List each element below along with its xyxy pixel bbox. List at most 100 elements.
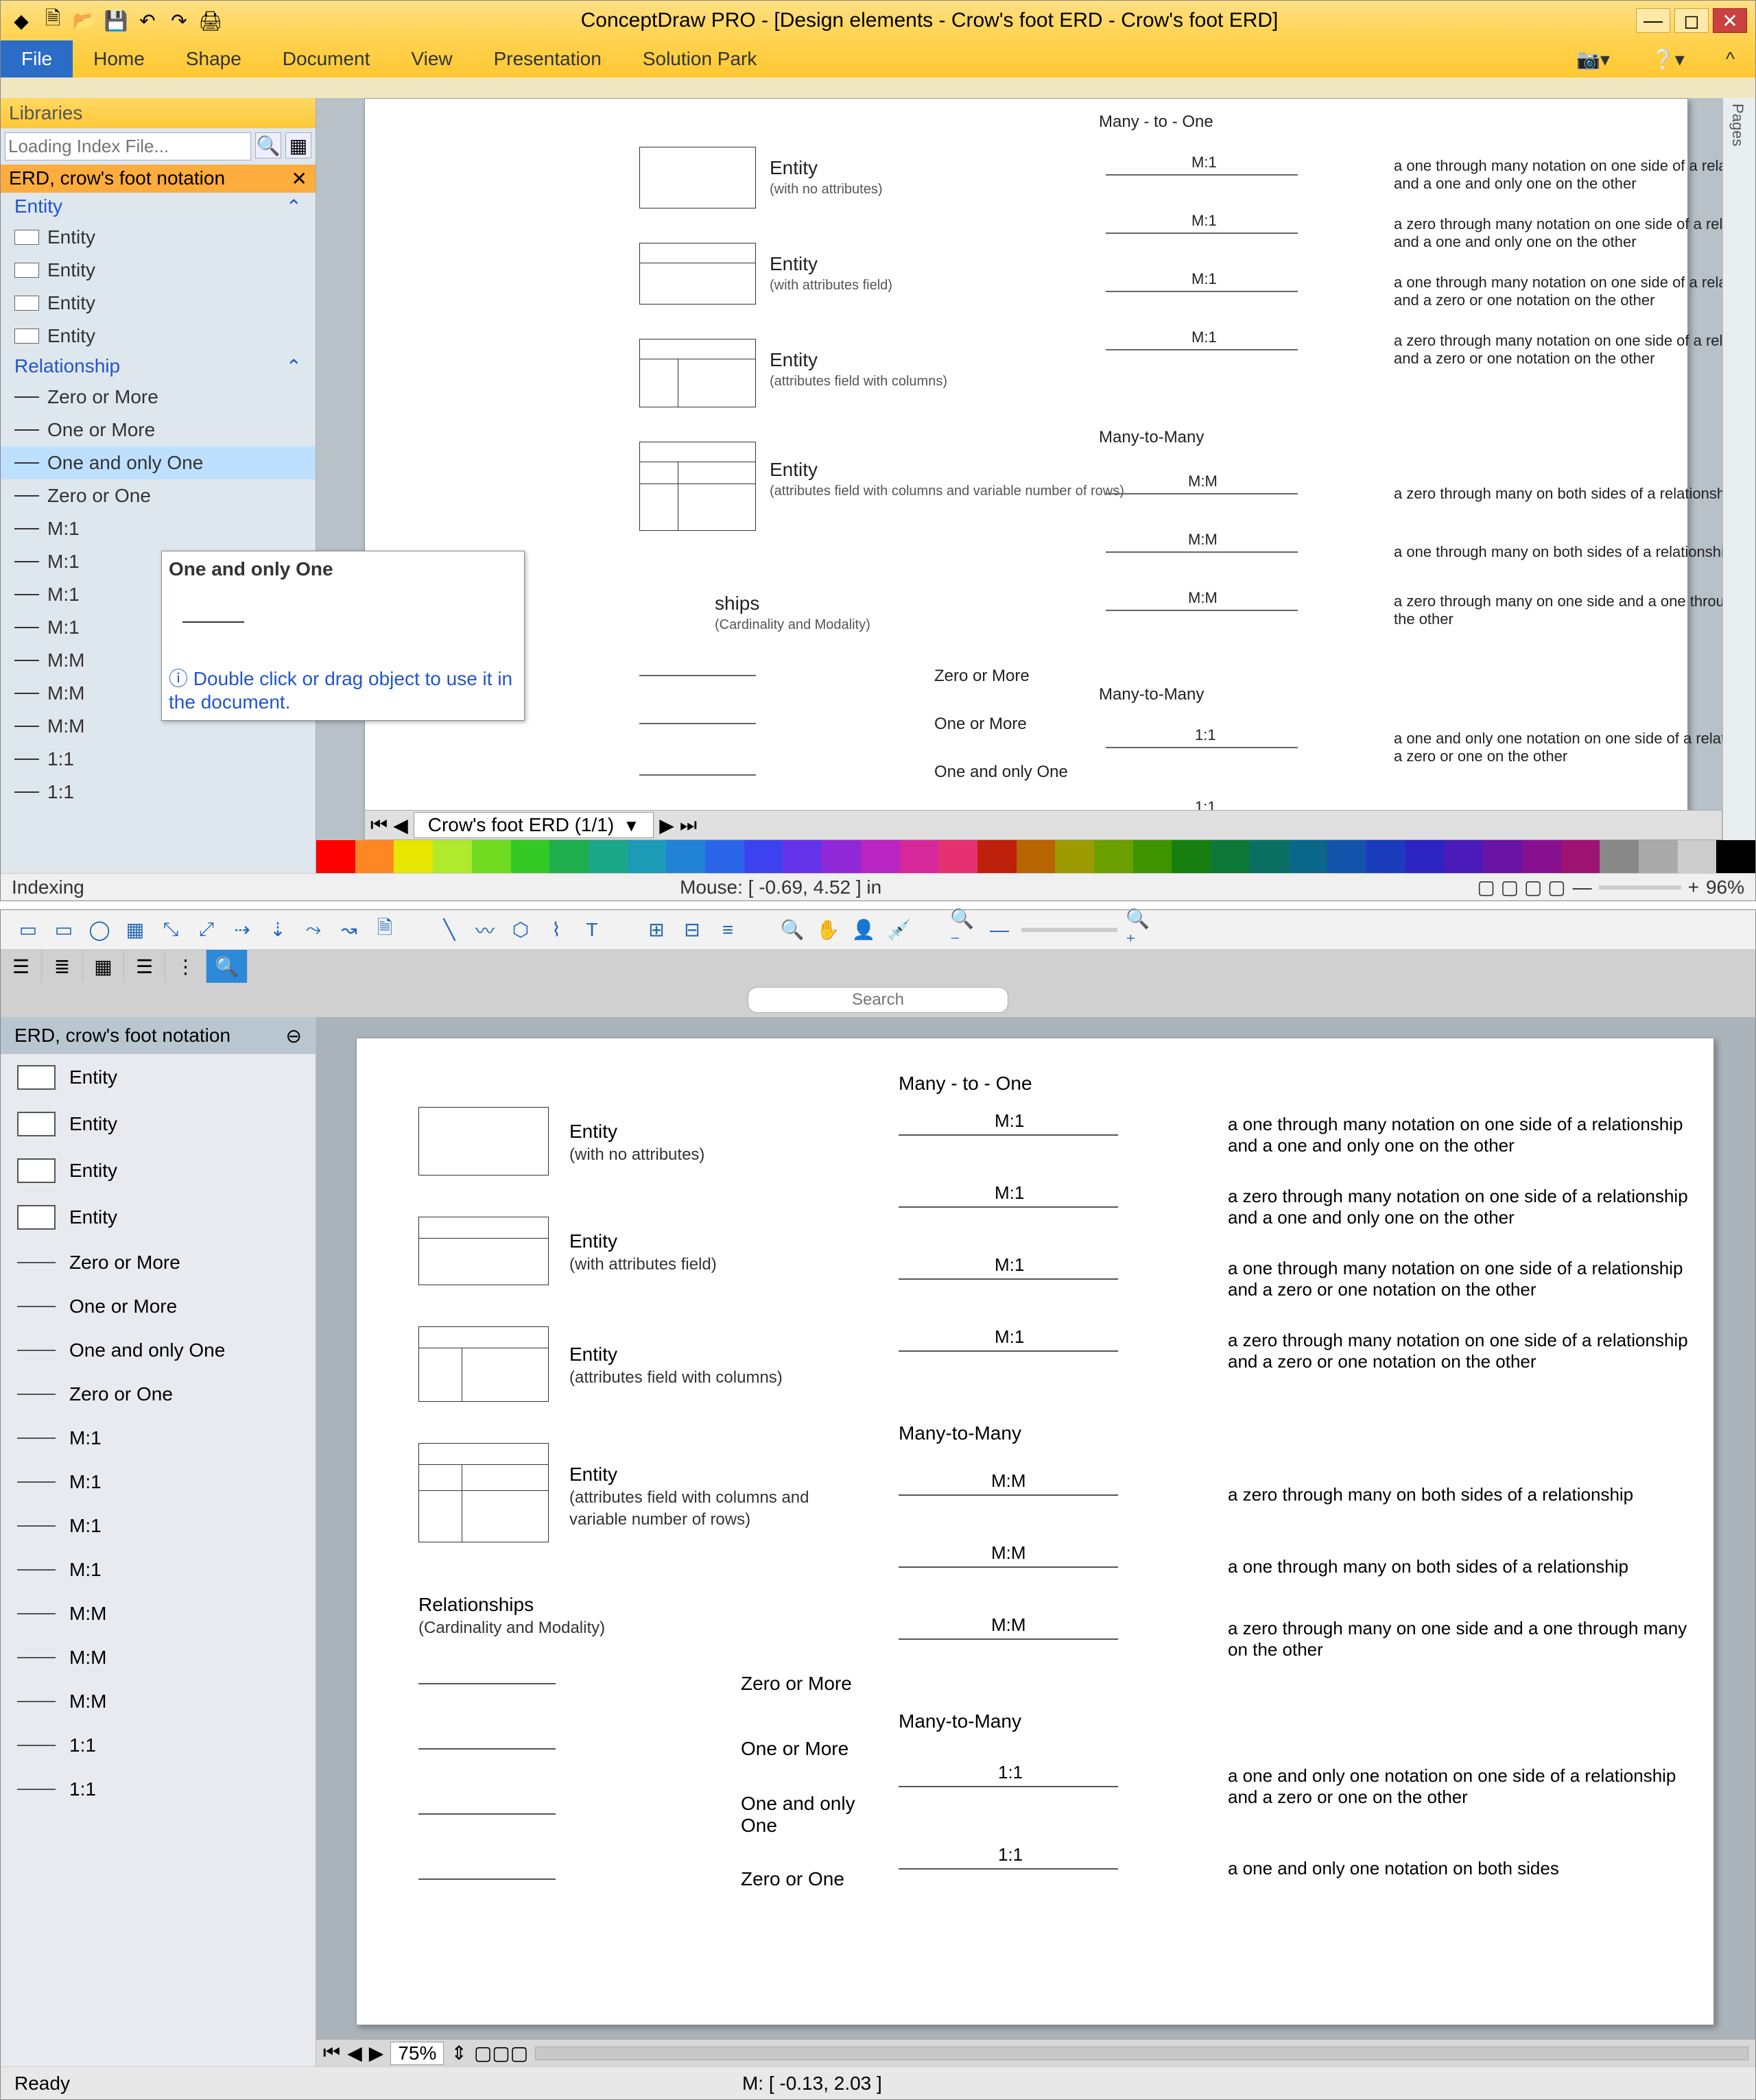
nav-next-icon[interactable]: ▶: [369, 2042, 384, 2064]
palette-swatch[interactable]: [1133, 840, 1172, 873]
palette-swatch[interactable]: [511, 840, 550, 873]
drawing-canvas[interactable]: Many - to - One Entity(with no attribute…: [316, 98, 1755, 873]
library-section-entity[interactable]: Entity⌃: [1, 193, 316, 221]
qat-new-icon[interactable]: 🗎: [40, 8, 65, 33]
user-tool-icon[interactable]: 👤: [850, 916, 877, 944]
shape-entity-2[interactable]: Entity: [1, 254, 316, 287]
shape-entity-1[interactable]: Entity: [1, 1054, 316, 1101]
oo-line-1[interactable]: [899, 1786, 1118, 1787]
palette-swatch[interactable]: [977, 840, 1017, 873]
palette-swatch[interactable]: [783, 840, 822, 873]
entity-box-1[interactable]: [418, 1107, 549, 1176]
palette-swatch[interactable]: [1250, 840, 1289, 873]
mm-line-2[interactable]: [1106, 551, 1298, 553]
shape-mm-c[interactable]: M:M: [1, 1680, 316, 1723]
shape-zero-or-one[interactable]: Zero or One: [1, 1372, 316, 1416]
palette-swatch[interactable]: [1366, 840, 1405, 873]
palette-swatch[interactable]: [744, 840, 783, 873]
palette-swatch[interactable]: [433, 840, 472, 873]
palette-swatch[interactable]: [355, 840, 394, 873]
mm-line-3[interactable]: [1106, 610, 1298, 611]
shape-one-or-more[interactable]: One or More: [1, 1285, 316, 1328]
palette-swatch[interactable]: [1444, 840, 1483, 873]
drawing-canvas[interactable]: Many - to - One Entity(with no attribute…: [316, 1017, 1755, 2066]
shape-zero-or-one[interactable]: Zero or One: [1, 479, 316, 512]
document-page[interactable]: Many - to - One Entity(with no attribute…: [356, 1038, 1714, 2025]
tab-home[interactable]: Home: [73, 40, 165, 77]
shape-zero-or-more[interactable]: Zero or More: [1, 381, 316, 414]
tab-libraries-icon[interactable]: ☰: [1, 950, 42, 983]
rel-one-only-line[interactable]: [418, 1813, 556, 1815]
oo-line-2[interactable]: [899, 1868, 1118, 1870]
m1-line-3[interactable]: [1106, 291, 1298, 292]
zoom-slider[interactable]: [1021, 928, 1117, 932]
mm-line-2[interactable]: [899, 1566, 1118, 1568]
tab-solution-park[interactable]: Solution Park: [622, 40, 778, 77]
library-view-icon[interactable]: ▦: [285, 132, 311, 158]
shape-m1-c[interactable]: M:1: [1, 1504, 316, 1548]
library-category[interactable]: ERD, crow's foot notation✕: [1, 165, 316, 193]
palette-swatch[interactable]: [472, 840, 511, 873]
library-search-input[interactable]: [748, 987, 1008, 1013]
align-tool-icon[interactable]: ≡: [714, 916, 741, 944]
zoom-out-icon[interactable]: 🔍⁻: [950, 916, 977, 944]
tab-view[interactable]: View: [390, 40, 473, 77]
doc-tool-icon[interactable]: 🗎: [371, 916, 399, 944]
palette-swatch[interactable]: [1055, 840, 1094, 873]
entity-box-4[interactable]: [639, 442, 756, 531]
ribbon-help2-icon[interactable]: ❔▾: [1630, 40, 1705, 77]
zoom-in-icon-2[interactable]: 🔍⁺: [1126, 916, 1153, 944]
rel-one-only-line[interactable]: [639, 774, 756, 776]
palette-swatch[interactable]: [1289, 840, 1328, 873]
table-tool-icon[interactable]: ▦: [121, 916, 149, 944]
palette-swatch[interactable]: [1327, 840, 1366, 873]
nav-last-icon[interactable]: ⏭: [680, 814, 697, 837]
entity-box-2[interactable]: [639, 243, 756, 305]
pan-tool-icon[interactable]: ✋: [814, 916, 842, 944]
ellipse-tool-icon[interactable]: ◯: [86, 916, 113, 944]
nav-prev-icon[interactable]: ◀: [347, 2042, 362, 2064]
palette-swatch[interactable]: [589, 840, 628, 873]
library-search-input[interactable]: [5, 132, 251, 160]
qat-redo-icon[interactable]: ↷: [167, 8, 191, 33]
pages-tab[interactable]: Pages: [1723, 98, 1752, 152]
qat-undo-icon[interactable]: ↶: [135, 8, 160, 33]
shape-entity-4[interactable]: Entity: [1, 1194, 316, 1241]
m1-line-2[interactable]: [1106, 232, 1298, 234]
text-tool-icon[interactable]: T: [578, 916, 606, 944]
tab-menu-icon[interactable]: ☰: [124, 950, 165, 983]
palette-swatch[interactable]: [394, 840, 433, 873]
shape-one-and-only-one[interactable]: One and only One: [1, 1328, 316, 1372]
mm-line-3[interactable]: [899, 1638, 1118, 1640]
view-mode-icons[interactable]: ▢▢▢: [474, 2042, 528, 2064]
palette-swatch[interactable]: [1172, 840, 1211, 873]
qat-save-icon[interactable]: 💾: [104, 8, 128, 33]
ribbon-help-icon[interactable]: 📷▾: [1556, 40, 1630, 77]
palette-swatch[interactable]: [1522, 840, 1561, 873]
nav-next-icon[interactable]: ▶: [659, 814, 674, 837]
shape-11-b[interactable]: 1:1: [1, 776, 316, 809]
poly-tool-icon[interactable]: ⬡: [507, 916, 534, 944]
shape-m1-a[interactable]: M:1: [1, 1416, 316, 1460]
shape-entity-1[interactable]: Entity: [1, 221, 316, 254]
oo-line-1[interactable]: [1106, 747, 1298, 748]
nav-first-icon[interactable]: ⏮: [370, 814, 388, 837]
palette-swatch[interactable]: [549, 840, 589, 873]
palette-swatch[interactable]: [705, 840, 744, 873]
shape-m1-d[interactable]: M:1: [1, 1548, 316, 1592]
tab-more-icon[interactable]: ⋮: [165, 950, 206, 983]
mm-line-1[interactable]: [1106, 493, 1298, 494]
m1-line-1[interactable]: [899, 1134, 1118, 1136]
palette-swatch[interactable]: [822, 840, 861, 873]
tab-grid-icon[interactable]: ▦: [83, 950, 124, 983]
shape-m1-a[interactable]: M:1: [1, 512, 316, 545]
m1-line-4[interactable]: [1106, 349, 1298, 350]
search-icon[interactable]: 🔍: [255, 132, 281, 158]
nav-prev-icon[interactable]: ◀: [393, 814, 408, 837]
shape-entity-2[interactable]: Entity: [1, 1101, 316, 1147]
qat-print-icon[interactable]: 🖨: [198, 8, 223, 33]
library-section-relationship[interactable]: Relationship⌃: [1, 353, 316, 381]
palette-swatch[interactable]: [1017, 840, 1056, 873]
qat-open-icon[interactable]: 📂: [72, 8, 97, 33]
bezier-tool-icon[interactable]: ⌇: [543, 916, 570, 944]
